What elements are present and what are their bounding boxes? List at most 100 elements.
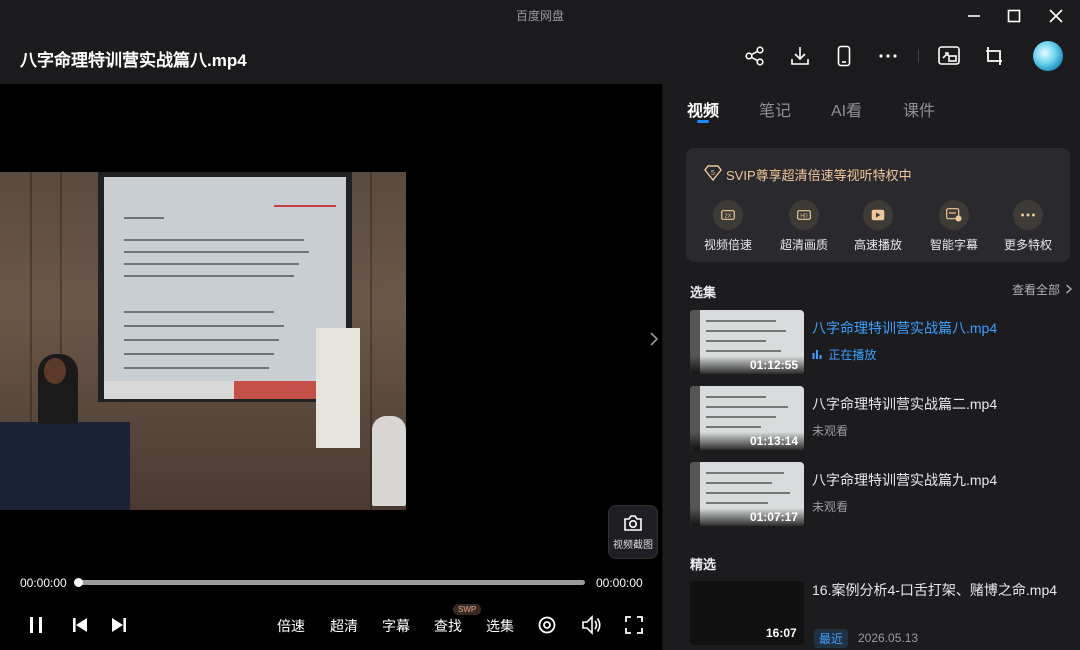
episodes-button[interactable]: 选集: [486, 616, 514, 636]
svg-text:2X: 2X: [725, 214, 732, 220]
phone-icon: [837, 45, 851, 67]
tab-courseware[interactable]: 课件: [903, 97, 935, 121]
episode-duration: 01:12:55: [749, 358, 798, 372]
perk-label: 高速播放: [853, 238, 902, 252]
avatar[interactable]: [1033, 41, 1063, 71]
svip-badge-icon: 5: [704, 165, 722, 181]
previous-icon: [73, 618, 87, 632]
perk-label: 智能字幕: [929, 238, 978, 252]
search-button[interactable]: 查找: [434, 616, 462, 636]
quality-button[interactable]: 超清: [330, 616, 358, 636]
video-player[interactable]: 视频截图 00:00:00 00:00:00 倍速 超清 字幕 查找 SWP 选…: [0, 84, 662, 650]
volume-icon: [582, 615, 601, 635]
equalizer-icon: [812, 350, 822, 359]
perk-label: 更多特权: [1003, 238, 1052, 252]
episode-status: 正在播放: [812, 346, 876, 363]
episodes-section-title: 选集: [690, 285, 717, 300]
search-badge: SWP: [453, 604, 482, 615]
share-button[interactable]: [741, 42, 769, 70]
chevron-right-icon: [650, 332, 659, 346]
download-icon: [791, 47, 809, 65]
more-button[interactable]: [874, 42, 902, 70]
perk-more[interactable]: 更多特权: [996, 200, 1060, 253]
episode-title: 八字命理特训营实战篇二.mp4: [812, 396, 998, 412]
view-all-label: 查看全部: [1012, 283, 1061, 297]
pause-button[interactable]: [24, 613, 48, 637]
speed-button[interactable]: 倍速: [277, 616, 305, 636]
fullscreen-button[interactable]: [622, 613, 646, 637]
next-button[interactable]: [107, 613, 131, 637]
perk-hd[interactable]: HD 超清画质: [772, 200, 836, 253]
perk-label: 视频倍速: [703, 238, 752, 252]
minimize-button[interactable]: [960, 4, 988, 28]
pause-icon: [30, 617, 42, 633]
title-bar: 百度网盘 八字命理特训营实战篇八.mp4: [0, 0, 1080, 84]
perk-speed[interactable]: 2X 视频倍速: [696, 200, 760, 253]
episode-item[interactable]: 01:12:55 八字命理特训营实战篇八.mp4 正在播放: [690, 310, 1070, 376]
pip-button[interactable]: [980, 42, 1008, 70]
fullscreen-icon: [625, 616, 643, 634]
perk-smart-subtitle[interactable]: 智能字幕: [922, 200, 986, 253]
maximize-icon: [1007, 9, 1021, 23]
episode-status-label: 正在播放: [828, 348, 877, 362]
svip-card: 5 SVIP尊享超清倍速等视听特权中 2X 视频倍速 HD 超清画质 高速播放: [686, 148, 1070, 262]
tab-ai[interactable]: AI看: [831, 97, 862, 121]
download-button[interactable]: [786, 42, 814, 70]
tab-underline: [697, 120, 709, 123]
smart-subtitle-icon: [939, 200, 969, 230]
app-name: 百度网盘: [515, 9, 564, 23]
previous-button[interactable]: [68, 613, 92, 637]
volume-button[interactable]: [580, 613, 604, 637]
screen-cast-button[interactable]: [935, 42, 963, 70]
pick-tag: 最近: [814, 629, 849, 648]
episode-item[interactable]: 01:13:14 八字命理特训营实战篇二.mp4 未观看: [690, 386, 1070, 452]
perk-label: 超清画质: [779, 238, 828, 252]
pick-title[interactable]: 16.案例分析4-口舌打架、赌博之命.mp4: [812, 581, 1067, 600]
maximize-button[interactable]: [1000, 4, 1028, 28]
svip-title: SVIP尊享超清倍速等视听特权中: [726, 168, 912, 183]
episode-duration: 01:07:17: [749, 510, 798, 524]
loop-icon: [538, 616, 556, 634]
total-time: 00:00:00: [596, 576, 643, 590]
perk-fast-play[interactable]: 高速播放: [846, 200, 910, 253]
more-perks-icon: [1013, 200, 1043, 230]
screen-cast-icon: [938, 46, 960, 65]
svg-text:5: 5: [711, 170, 715, 177]
progress-bar[interactable]: [78, 580, 585, 585]
file-title: 八字命理特训营实战篇八.mp4: [20, 51, 247, 70]
next-icon: [112, 618, 126, 632]
toolbar-divider: [918, 49, 919, 63]
snapshot-button[interactable]: 视频截图: [608, 505, 658, 559]
share-icon: [745, 46, 764, 66]
episode-thumbnail: 01:07:17: [690, 462, 804, 526]
minimize-icon: [968, 15, 980, 17]
episode-status: 未观看: [812, 424, 849, 438]
tab-video[interactable]: 视频: [687, 97, 719, 121]
camera-icon: [624, 514, 642, 531]
close-button[interactable]: [1042, 4, 1070, 28]
video-frame[interactable]: [0, 172, 406, 510]
view-all-link[interactable]: 查看全部: [1012, 281, 1073, 298]
episode-item[interactable]: 01:07:17 八字命理特训营实战篇九.mp4 未观看: [690, 462, 1070, 528]
pip-icon: [986, 47, 1002, 65]
episode-thumbnail: 01:12:55: [690, 310, 804, 374]
episode-status: 未观看: [812, 500, 849, 514]
hd-icon: HD: [789, 200, 819, 230]
episode-thumbnail: 01:13:14: [690, 386, 804, 450]
current-time: 00:00:00: [20, 576, 67, 590]
svg-text:HD: HD: [800, 214, 808, 220]
fast-play-icon: [863, 200, 893, 230]
episode-duration: 01:13:14: [749, 434, 798, 448]
pick-duration: 16:07: [766, 626, 797, 640]
episode-title: 八字命理特训营实战篇九.mp4: [812, 472, 998, 488]
tab-notes[interactable]: 笔记: [759, 97, 791, 121]
phone-button[interactable]: [830, 42, 858, 70]
speed-icon: 2X: [713, 200, 743, 230]
loop-button[interactable]: [535, 613, 559, 637]
picks-section-title: 精选: [690, 557, 717, 572]
progress-knob[interactable]: [73, 578, 83, 587]
episode-title: 八字命理特训营实战篇八.mp4: [812, 320, 998, 336]
collapse-panel-button[interactable]: [647, 329, 661, 349]
subtitle-button[interactable]: 字幕: [382, 616, 410, 636]
more-icon: [879, 54, 897, 58]
